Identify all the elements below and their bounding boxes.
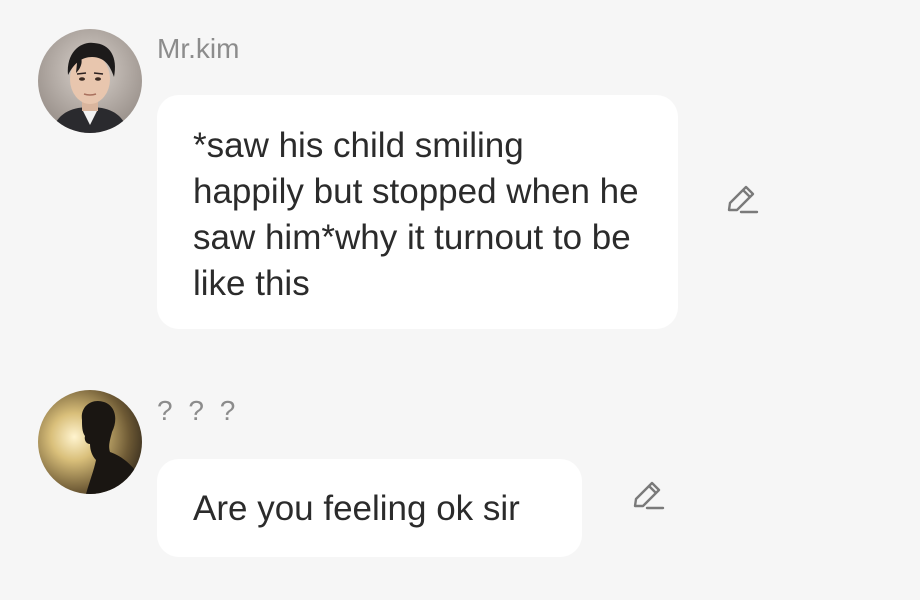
message-bubble[interactable]: *saw his child smiling happily but stopp… [157,95,678,329]
edit-pencil-icon[interactable] [627,476,667,516]
sender-name: Mr.kim [157,33,240,64]
avatar-mr-kim[interactable] [38,29,142,133]
man-portrait-icon [38,29,142,133]
avatar-unknown[interactable] [38,390,142,494]
sender-name: ? ? ? [157,395,240,426]
silhouette-portrait-icon [38,390,142,494]
chat-view: Mr.kim *saw his child smiling happily bu… [0,0,920,600]
message-bubble[interactable]: Are you feeling ok sir [157,459,582,557]
edit-pencil-icon[interactable] [721,180,761,220]
